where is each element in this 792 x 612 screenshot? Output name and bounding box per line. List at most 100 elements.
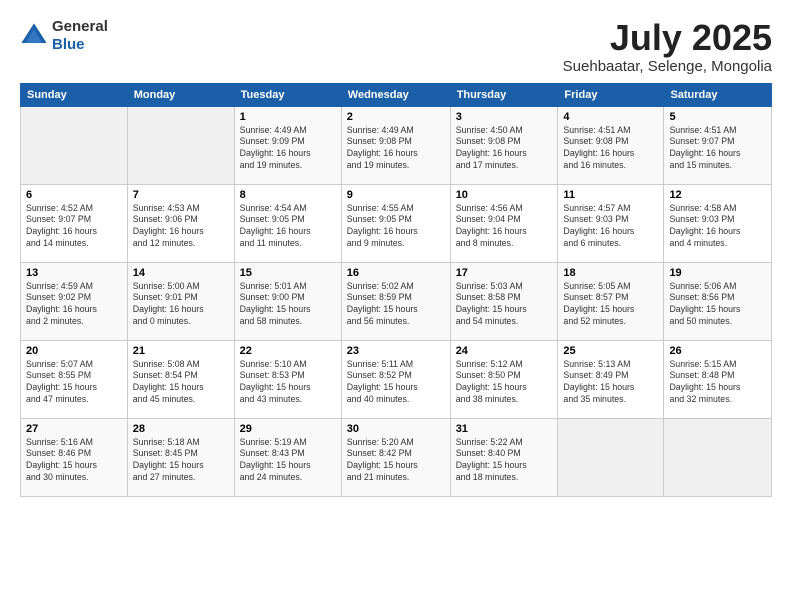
- day-number: 29: [240, 423, 336, 435]
- day-number: 24: [456, 345, 553, 357]
- logo-icon: [20, 22, 48, 50]
- day-number: 1: [240, 111, 336, 123]
- day-info: Sunrise: 5:00 AM Sunset: 9:01 PM Dayligh…: [133, 281, 229, 329]
- calendar-cell: [558, 418, 664, 496]
- day-info: Sunrise: 5:10 AM Sunset: 8:53 PM Dayligh…: [240, 359, 336, 407]
- day-number: 17: [456, 267, 553, 279]
- calendar-cell: 10 Sunrise: 4:56 AM Sunset: 9:04 PM Dayli…: [450, 184, 558, 262]
- day-number: 19: [669, 267, 766, 279]
- week-row-2: 6 Sunrise: 4:52 AM Sunset: 9:07 PM Daylig…: [21, 184, 772, 262]
- week-row-4: 20 Sunrise: 5:07 AM Sunset: 8:55 PM Dayli…: [21, 340, 772, 418]
- day-number: 15: [240, 267, 336, 279]
- header-day-saturday: Saturday: [664, 83, 772, 106]
- day-info: Sunrise: 5:07 AM Sunset: 8:55 PM Dayligh…: [26, 359, 122, 407]
- day-info: Sunrise: 4:53 AM Sunset: 9:06 PM Dayligh…: [133, 203, 229, 251]
- header: General Blue July 2025 Suehbaatar, Selen…: [20, 18, 772, 75]
- calendar-cell: 11 Sunrise: 4:57 AM Sunset: 9:03 PM Dayli…: [558, 184, 664, 262]
- calendar-cell: 24 Sunrise: 5:12 AM Sunset: 8:50 PM Dayli…: [450, 340, 558, 418]
- header-day-thursday: Thursday: [450, 83, 558, 106]
- calendar-cell: 31Sunrise: 5:22 AM Sunset: 8:40 PM Dayli…: [450, 418, 558, 496]
- day-info: Sunrise: 4:49 AM Sunset: 9:08 PM Dayligh…: [347, 125, 445, 173]
- day-number: 10: [456, 189, 553, 201]
- day-number: 22: [240, 345, 336, 357]
- calendar-cell: [127, 106, 234, 184]
- calendar-header-row: SundayMondayTuesdayWednesdayThursdayFrid…: [21, 83, 772, 106]
- day-info: Sunrise: 4:56 AM Sunset: 9:04 PM Dayligh…: [456, 203, 553, 251]
- day-number: 21: [133, 345, 229, 357]
- calendar-cell: 22 Sunrise: 5:10 AM Sunset: 8:53 PM Dayli…: [234, 340, 341, 418]
- day-info: Sunrise: 4:52 AM Sunset: 9:07 PM Dayligh…: [26, 203, 122, 251]
- day-number: 27: [26, 423, 122, 435]
- day-info: Sunrise: 5:12 AM Sunset: 8:50 PM Dayligh…: [456, 359, 553, 407]
- logo: General Blue: [20, 18, 108, 54]
- day-number: 20: [26, 345, 122, 357]
- day-number: 7: [133, 189, 229, 201]
- calendar-cell: 16Sunrise: 5:02 AM Sunset: 8:59 PM Dayli…: [341, 262, 450, 340]
- calendar-cell: 29 Sunrise: 5:19 AM Sunset: 8:43 PM Dayli…: [234, 418, 341, 496]
- header-day-sunday: Sunday: [21, 83, 128, 106]
- day-info: Sunrise: 5:20 AM Sunset: 8:42 PM Dayligh…: [347, 437, 445, 485]
- day-info: Sunrise: 4:54 AM Sunset: 9:05 PM Dayligh…: [240, 203, 336, 251]
- day-info: Sunrise: 4:51 AM Sunset: 9:08 PM Dayligh…: [563, 125, 658, 173]
- day-info: Sunrise: 5:06 AM Sunset: 8:56 PM Dayligh…: [669, 281, 766, 329]
- day-number: 4: [563, 111, 658, 123]
- calendar-cell: 2 Sunrise: 4:49 AM Sunset: 9:08 PM Daylig…: [341, 106, 450, 184]
- day-info: Sunrise: 4:57 AM Sunset: 9:03 PM Dayligh…: [563, 203, 658, 251]
- day-number: 28: [133, 423, 229, 435]
- header-day-tuesday: Tuesday: [234, 83, 341, 106]
- day-number: 26: [669, 345, 766, 357]
- day-info: Sunrise: 5:16 AM Sunset: 8:46 PM Dayligh…: [26, 437, 122, 485]
- calendar-cell: 28Sunrise: 5:18 AM Sunset: 8:45 PM Dayli…: [127, 418, 234, 496]
- day-info: Sunrise: 5:02 AM Sunset: 8:59 PM Dayligh…: [347, 281, 445, 329]
- month-title: July 2025: [563, 18, 772, 58]
- day-number: 6: [26, 189, 122, 201]
- day-info: Sunrise: 4:50 AM Sunset: 9:08 PM Dayligh…: [456, 125, 553, 173]
- day-number: 11: [563, 189, 658, 201]
- calendar-cell: 19 Sunrise: 5:06 AM Sunset: 8:56 PM Dayli…: [664, 262, 772, 340]
- day-number: 14: [133, 267, 229, 279]
- week-row-5: 27 Sunrise: 5:16 AM Sunset: 8:46 PM Dayli…: [21, 418, 772, 496]
- day-info: Sunrise: 5:11 AM Sunset: 8:52 PM Dayligh…: [347, 359, 445, 407]
- calendar-cell: 25 Sunrise: 5:13 AM Sunset: 8:49 PM Dayli…: [558, 340, 664, 418]
- day-number: 3: [456, 111, 553, 123]
- day-number: 13: [26, 267, 122, 279]
- logo-general: General: [52, 18, 108, 35]
- day-info: Sunrise: 5:19 AM Sunset: 8:43 PM Dayligh…: [240, 437, 336, 485]
- calendar-cell: 17Sunrise: 5:03 AM Sunset: 8:58 PM Dayli…: [450, 262, 558, 340]
- logo-blue: Blue: [52, 36, 85, 53]
- calendar-cell: 7 Sunrise: 4:53 AM Sunset: 9:06 PM Daylig…: [127, 184, 234, 262]
- title-block: July 2025 Suehbaatar, Selenge, Mongolia: [563, 18, 772, 75]
- week-row-3: 13 Sunrise: 4:59 AM Sunset: 9:02 PM Dayli…: [21, 262, 772, 340]
- calendar-table: SundayMondayTuesdayWednesdayThursdayFrid…: [20, 83, 772, 497]
- day-number: 25: [563, 345, 658, 357]
- day-info: Sunrise: 5:05 AM Sunset: 8:57 PM Dayligh…: [563, 281, 658, 329]
- calendar-cell: [21, 106, 128, 184]
- day-number: 2: [347, 111, 445, 123]
- calendar-cell: 27 Sunrise: 5:16 AM Sunset: 8:46 PM Dayli…: [21, 418, 128, 496]
- calendar-cell: 30Sunrise: 5:20 AM Sunset: 8:42 PM Dayli…: [341, 418, 450, 496]
- day-info: Sunrise: 4:59 AM Sunset: 9:02 PM Dayligh…: [26, 281, 122, 329]
- calendar-cell: 13 Sunrise: 4:59 AM Sunset: 9:02 PM Dayli…: [21, 262, 128, 340]
- week-row-1: 1Sunrise: 4:49 AM Sunset: 9:09 PM Daylig…: [21, 106, 772, 184]
- day-info: Sunrise: 5:13 AM Sunset: 8:49 PM Dayligh…: [563, 359, 658, 407]
- day-number: 8: [240, 189, 336, 201]
- calendar-cell: 3 Sunrise: 4:50 AM Sunset: 9:08 PM Daylig…: [450, 106, 558, 184]
- page: General Blue July 2025 Suehbaatar, Selen…: [0, 0, 792, 612]
- day-info: Sunrise: 5:22 AM Sunset: 8:40 PM Dayligh…: [456, 437, 553, 485]
- calendar-cell: [664, 418, 772, 496]
- subtitle: Suehbaatar, Selenge, Mongolia: [563, 58, 772, 75]
- header-day-monday: Monday: [127, 83, 234, 106]
- calendar-cell: 15 Sunrise: 5:01 AM Sunset: 9:00 PM Dayli…: [234, 262, 341, 340]
- day-info: Sunrise: 5:08 AM Sunset: 8:54 PM Dayligh…: [133, 359, 229, 407]
- calendar-cell: 6 Sunrise: 4:52 AM Sunset: 9:07 PM Daylig…: [21, 184, 128, 262]
- day-info: Sunrise: 4:55 AM Sunset: 9:05 PM Dayligh…: [347, 203, 445, 251]
- calendar-cell: 26Sunrise: 5:15 AM Sunset: 8:48 PM Dayli…: [664, 340, 772, 418]
- header-day-wednesday: Wednesday: [341, 83, 450, 106]
- calendar-cell: 14 Sunrise: 5:00 AM Sunset: 9:01 PM Dayli…: [127, 262, 234, 340]
- day-number: 18: [563, 267, 658, 279]
- day-number: 23: [347, 345, 445, 357]
- day-number: 9: [347, 189, 445, 201]
- day-number: 12: [669, 189, 766, 201]
- calendar-cell: 4 Sunrise: 4:51 AM Sunset: 9:08 PM Daylig…: [558, 106, 664, 184]
- day-info: Sunrise: 5:01 AM Sunset: 9:00 PM Dayligh…: [240, 281, 336, 329]
